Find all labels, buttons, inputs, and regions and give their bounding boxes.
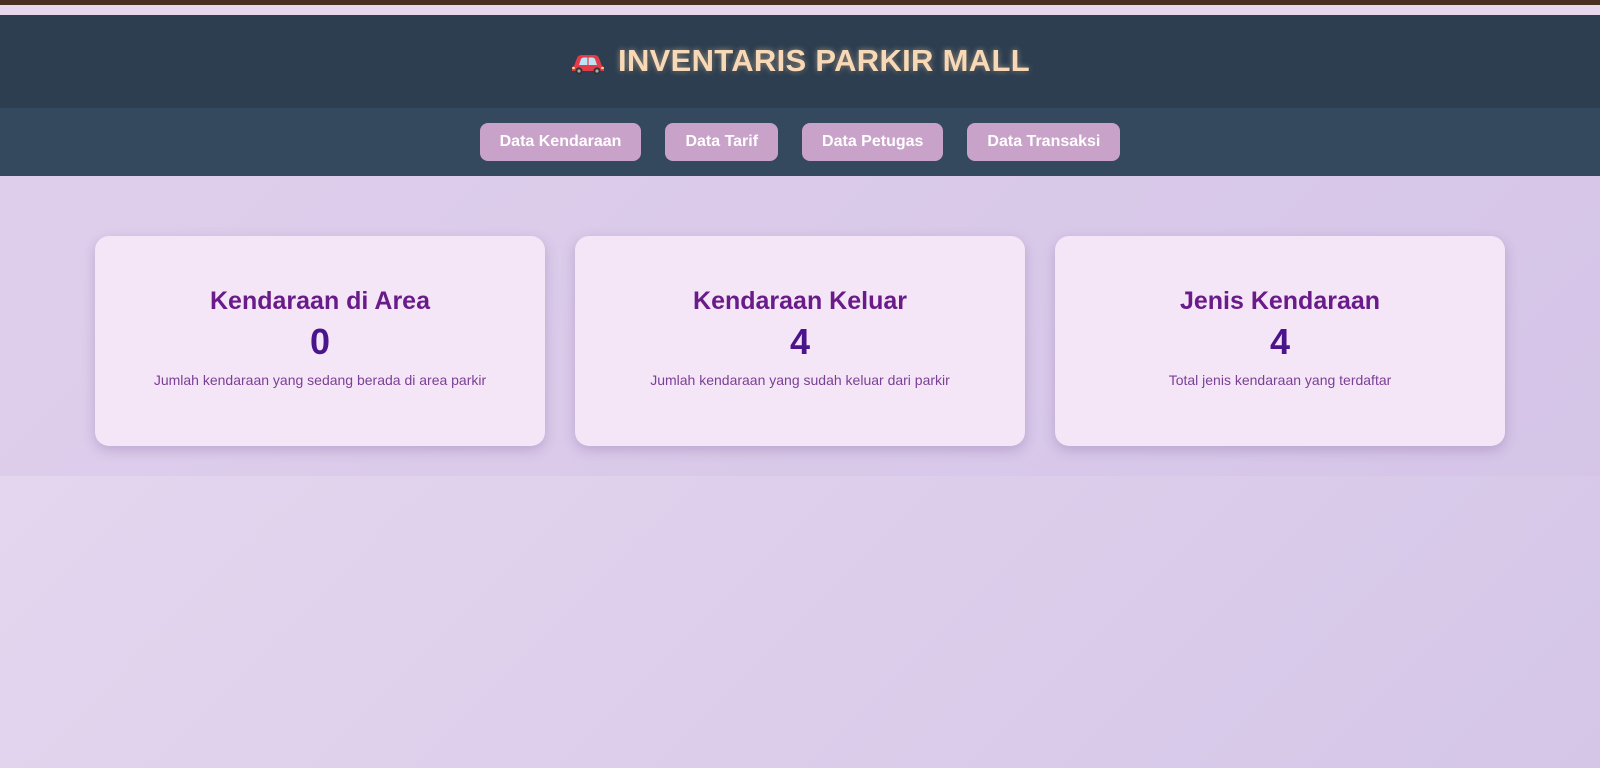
stat-card-kendaraan-di-area: Kendaraan di Area 0 Jumlah kendaraan yan… — [95, 236, 545, 446]
app-header: INVENTARIS PARKIR MALL — [0, 15, 1600, 108]
stat-card-value: 4 — [789, 321, 811, 362]
stat-card-title: Kendaraan Keluar — [693, 287, 907, 315]
stat-card-jenis-kendaraan: Jenis Kendaraan 4 Total jenis kendaraan … — [1055, 236, 1505, 446]
app-title-text: INVENTARIS PARKIR MALL — [618, 42, 1030, 78]
stat-card-value: 4 — [1269, 321, 1291, 362]
dashboard-content: Kendaraan di Area 0 Jumlah kendaraan yan… — [0, 176, 1600, 476]
top-light-strip — [0, 5, 1600, 15]
car-icon — [570, 48, 606, 75]
stat-card-description: Jumlah kendaraan yang sudah keluar dari … — [650, 372, 950, 388]
stat-card-title: Kendaraan di Area — [210, 287, 430, 315]
nav-data-kendaraan-button[interactable]: Data Kendaraan — [479, 123, 642, 161]
stat-card-description: Jumlah kendaraan yang sedang berada di a… — [153, 372, 487, 388]
nav-data-transaksi-button[interactable]: Data Transaksi — [967, 123, 1121, 161]
stat-card-kendaraan-keluar: Kendaraan Keluar 4 Jumlah kendaraan yang… — [575, 236, 1025, 446]
nav-data-tarif-button[interactable]: Data Tarif — [665, 123, 779, 161]
stat-card-value: 0 — [309, 321, 331, 362]
stat-cards: Kendaraan di Area 0 Jumlah kendaraan yan… — [95, 236, 1505, 446]
main-nav: Data Kendaraan Data Tarif Data Petugas D… — [0, 108, 1600, 176]
stat-card-description: Total jenis kendaraan yang terdaftar — [1168, 372, 1392, 388]
app-title: INVENTARIS PARKIR MALL — [570, 43, 1030, 79]
nav-data-petugas-button[interactable]: Data Petugas — [802, 123, 944, 161]
stat-card-title: Jenis Kendaraan — [1179, 287, 1381, 315]
